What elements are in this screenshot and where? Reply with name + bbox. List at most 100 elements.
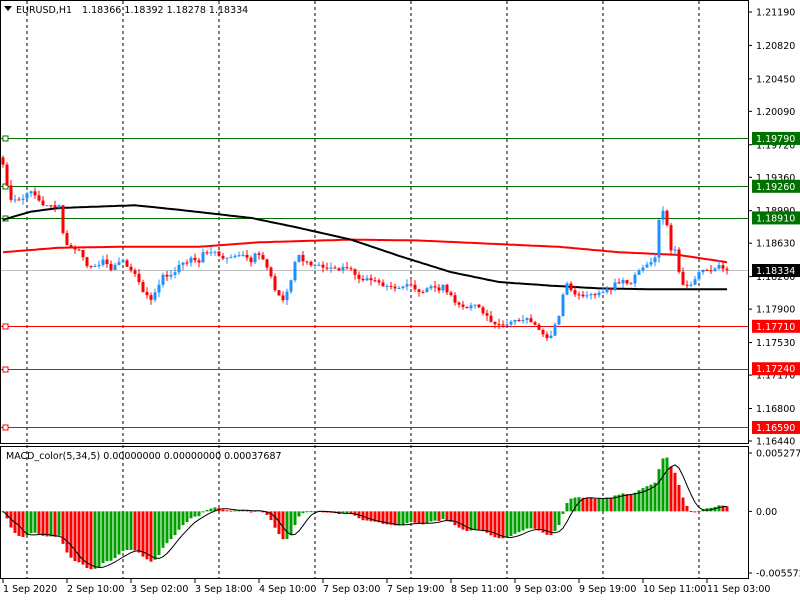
candle-body bbox=[677, 249, 681, 272]
candle-body bbox=[229, 257, 233, 259]
candle-body bbox=[177, 264, 181, 273]
macd-histogram-bar bbox=[605, 497, 609, 512]
candle-body bbox=[89, 266, 93, 268]
macd-histogram-bar bbox=[53, 511, 57, 537]
candle-body bbox=[725, 268, 729, 270]
macd-histogram-bar bbox=[461, 511, 465, 530]
candle-body bbox=[541, 329, 545, 335]
candle-body bbox=[289, 280, 293, 292]
candle-body bbox=[517, 319, 521, 321]
macd-histogram-bar bbox=[485, 511, 489, 533]
level-price-label: 1.19790 bbox=[756, 134, 795, 145]
candle-body bbox=[669, 225, 673, 251]
candle-body bbox=[117, 262, 121, 265]
macd-histogram-bar bbox=[465, 511, 469, 531]
candle-body bbox=[569, 283, 573, 291]
macd-histogram-bar bbox=[409, 511, 413, 523]
candle-body bbox=[197, 260, 201, 263]
candle-body bbox=[409, 284, 413, 286]
candle-body bbox=[37, 195, 41, 201]
candle-body bbox=[33, 191, 37, 196]
macd-histogram-bar bbox=[625, 494, 629, 512]
macd-histogram-bar bbox=[425, 511, 429, 524]
candle-body bbox=[617, 282, 621, 284]
candle-body bbox=[49, 205, 53, 207]
macd-histogram-bar bbox=[85, 511, 89, 569]
candle-body bbox=[201, 252, 205, 263]
candle-body bbox=[61, 205, 65, 234]
candle-body bbox=[233, 255, 237, 258]
candle-body bbox=[265, 259, 269, 268]
candle-body bbox=[137, 273, 141, 283]
candle-body bbox=[685, 284, 689, 286]
macd-histogram-bar bbox=[441, 511, 445, 520]
level-handle bbox=[2, 366, 9, 373]
candle-body bbox=[309, 261, 313, 266]
candle-body bbox=[73, 246, 77, 250]
candle-body bbox=[225, 257, 229, 259]
macd-histogram-bar bbox=[181, 511, 185, 526]
candle-body bbox=[93, 266, 97, 268]
candle-body bbox=[181, 262, 185, 265]
candle-body bbox=[513, 319, 517, 322]
candle-body bbox=[85, 257, 89, 267]
macd-histogram-bar bbox=[97, 511, 101, 567]
candle-body bbox=[141, 282, 145, 293]
macd-histogram-bar bbox=[609, 497, 613, 512]
candle-body bbox=[345, 267, 349, 269]
macd-histogram-bar bbox=[209, 508, 213, 512]
candle-body bbox=[689, 284, 693, 286]
candle-body bbox=[349, 268, 353, 270]
time-tick-label: 1 Sep 2020 bbox=[3, 584, 57, 595]
candle-body bbox=[9, 185, 13, 200]
candle-body bbox=[417, 289, 421, 292]
candle-body bbox=[645, 264, 649, 268]
candle-body bbox=[721, 265, 725, 269]
macd-histogram-bar bbox=[233, 510, 237, 512]
macd-histogram-bar bbox=[717, 505, 721, 512]
level-price-label: 1.17240 bbox=[756, 364, 795, 375]
macd-title: MACD_color(5,34,5) 0.00000000 0.00000000… bbox=[6, 451, 282, 462]
macd-histogram-bar bbox=[121, 511, 125, 551]
candle-body bbox=[165, 274, 169, 277]
candle-body bbox=[77, 249, 81, 251]
candle-body bbox=[549, 335, 553, 339]
macd-histogram-bar bbox=[149, 511, 153, 562]
macd-histogram-bar bbox=[509, 511, 513, 537]
time-tick-label: 10 Sep 11:00 bbox=[643, 584, 706, 595]
candle-body bbox=[581, 294, 585, 297]
chart-title: EURUSD,H1 bbox=[16, 5, 72, 16]
candle-body bbox=[429, 286, 433, 289]
candle-body bbox=[529, 318, 533, 323]
candle-body bbox=[413, 284, 417, 290]
macd-histogram-bar bbox=[561, 511, 565, 514]
macd-histogram-bar bbox=[429, 511, 433, 522]
macd-histogram-bar bbox=[185, 511, 189, 523]
candle-body bbox=[449, 292, 453, 296]
candle-body bbox=[81, 250, 85, 258]
candle-body bbox=[5, 164, 9, 186]
time-tick-label: 7 Sep 19:00 bbox=[387, 584, 444, 595]
macd-histogram-bar bbox=[49, 511, 53, 537]
macd-histogram-bar bbox=[533, 511, 537, 529]
candle-body bbox=[545, 334, 549, 339]
candle-body bbox=[297, 254, 301, 262]
candle-body bbox=[129, 266, 133, 271]
candle-body bbox=[585, 295, 589, 297]
eurusd-h1-chart[interactable]: 1.211901.208201.204501.200901.197201.193… bbox=[0, 0, 800, 600]
candle-body bbox=[661, 210, 665, 220]
candle-body bbox=[509, 321, 513, 325]
macd-histogram-bar bbox=[681, 497, 685, 512]
collapse-triangle-icon[interactable] bbox=[4, 6, 12, 11]
candle-body bbox=[453, 295, 457, 303]
candle-body bbox=[377, 280, 381, 283]
candle-body bbox=[113, 264, 117, 270]
candle-body bbox=[249, 257, 253, 263]
macd-histogram-bar bbox=[481, 511, 485, 532]
candle-body bbox=[681, 271, 685, 285]
macd-histogram-bar bbox=[201, 511, 205, 513]
candle-body bbox=[561, 294, 565, 316]
candle-body bbox=[405, 284, 409, 287]
candle-body bbox=[241, 254, 245, 256]
time-tick-label: 7 Sep 03:00 bbox=[323, 584, 380, 595]
